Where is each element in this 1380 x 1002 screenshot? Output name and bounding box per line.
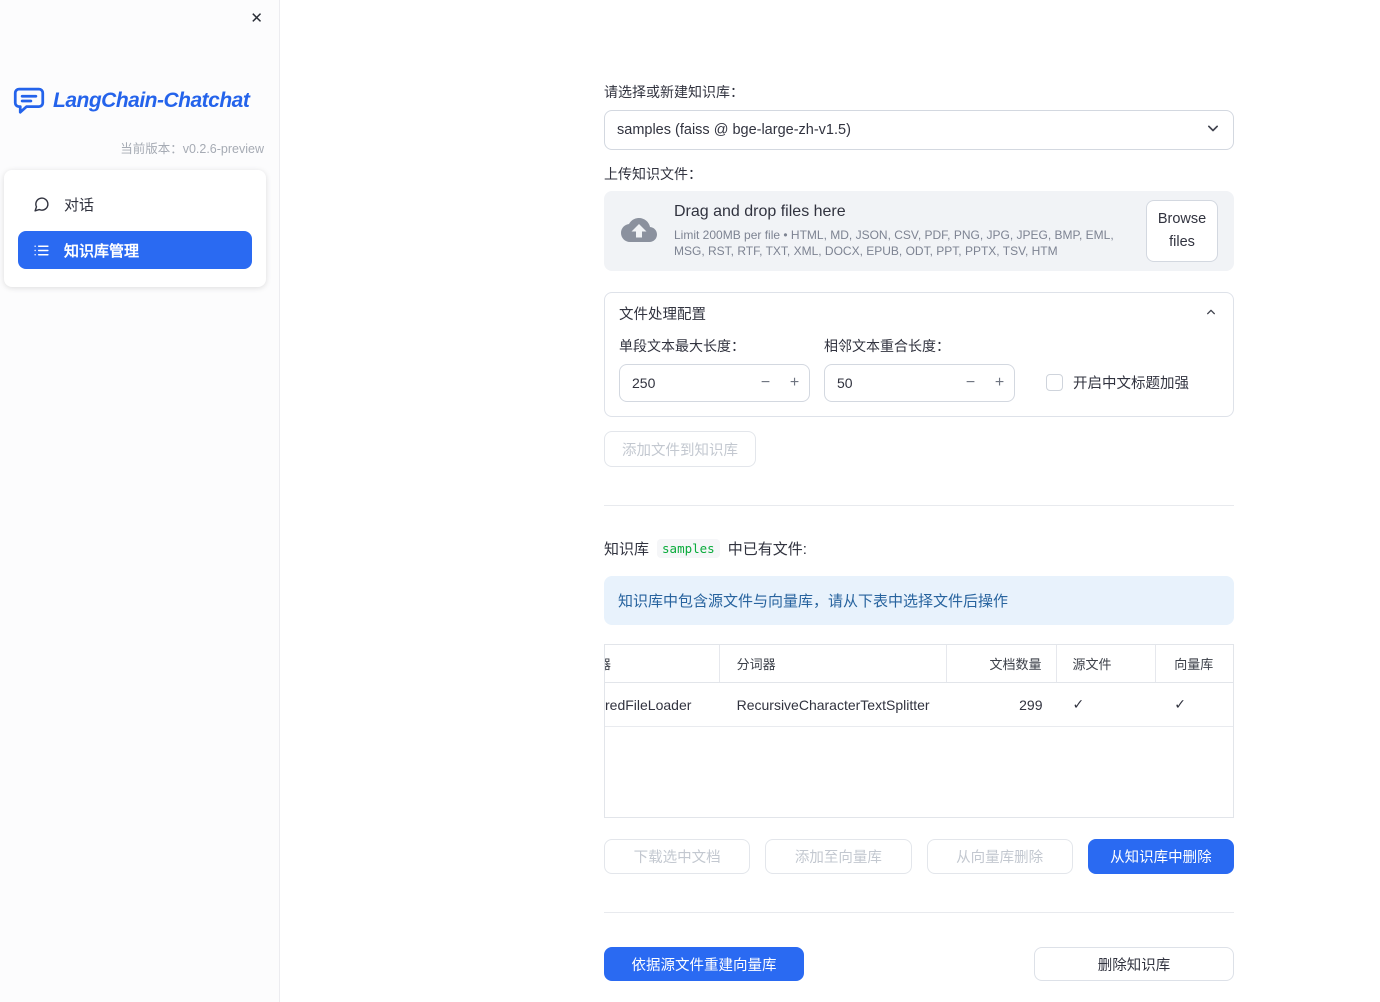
sidebar-item-label: 知识库管理 [64, 242, 140, 260]
kb-select-label: 请选择或新建知识库： [604, 84, 744, 100]
main-content: 请选择或新建知识库： samples (faiss @ bge-large-zh… [604, 0, 1234, 981]
overlap-stepper[interactable]: 50 − + [824, 364, 1015, 402]
cell-vector-store-check: ✓ [1174, 696, 1186, 712]
zh-title-enhance-label: 开启中文标题加强 [1073, 376, 1189, 392]
kb-select[interactable]: samples (faiss @ bge-large-zh-v1.5) [604, 110, 1234, 150]
zh-title-enhance: 开启中文标题加强 [1046, 372, 1189, 393]
minus-icon[interactable]: − [956, 374, 985, 392]
kb-name-code: samples [657, 539, 720, 558]
table-row[interactable]: redFileLoader RecursiveCharacterTextSpli… [605, 683, 1233, 727]
col-header-splitter: 分词器 [720, 645, 947, 682]
browse-files-button[interactable]: Browse files [1146, 199, 1218, 263]
col-header-loader: 器 [605, 645, 720, 682]
uploader-drag-text: Drag and drop files here [674, 202, 846, 220]
app-logo: LangChain-Chatchat [12, 86, 250, 116]
upload-label: 上传知识文件： [604, 166, 702, 182]
add-to-vectorstore-button[interactable]: 添加至向量库 [765, 839, 912, 874]
info-banner: 知识库中包含源文件与向量库，请从下表中选择文件后操作 [604, 576, 1234, 625]
app-title: LangChain-Chatchat [53, 89, 250, 112]
kb-bottom-actions: 依据源文件重建向量库 删除知识库 [604, 947, 1234, 981]
kb-select-value: samples (faiss @ bge-large-zh-v1.5) [617, 122, 851, 138]
max-length-label: 单段文本最大长度： [619, 338, 745, 354]
minus-icon[interactable]: − [751, 374, 780, 392]
expander-header[interactable]: 文件处理配置 [605, 293, 1233, 332]
zh-title-enhance-checkbox[interactable] [1046, 374, 1063, 391]
expander-title: 文件处理配置 [619, 307, 706, 323]
file-uploader-dropzone[interactable]: Drag and drop files here Limit 200MB per… [604, 191, 1234, 271]
col-header-vector-store: 向量库 [1174, 657, 1214, 672]
sidebar-item-label: 对话 [64, 196, 95, 214]
divider [604, 505, 1234, 506]
add-files-button[interactable]: 添加文件到知识库 [604, 431, 756, 467]
chat-bubble-icon [33, 196, 50, 213]
download-selected-button[interactable]: 下载选中文档 [604, 839, 751, 874]
expander-body: 单段文本最大长度： 250 − + 相邻文本重合长度： 50 − + 开启中文标… [605, 332, 1233, 416]
col-header-doc-count: 文档数量 [947, 645, 1057, 682]
uploader-text: Drag and drop files here Limit 200MB per… [674, 203, 1130, 259]
version-label: 当前版本：v0.2.6-preview [120, 142, 264, 156]
col-header-source-file: 源文件 [1057, 645, 1157, 682]
sidebar-close-icon[interactable]: ✕ [248, 7, 265, 31]
overlap-value: 50 [837, 375, 853, 391]
kb-files-table[interactable]: 器 分词器 文档数量 源文件 向量库 redFileLoader Recursi… [604, 644, 1234, 818]
cell-splitter: RecursiveCharacterTextSplitter [736, 696, 930, 713]
cell-source-file-check: ✓ [1072, 696, 1085, 712]
plus-icon[interactable]: + [780, 374, 809, 392]
kb-files-heading: 知识库 samples 中已有文件: [604, 538, 1234, 559]
logo-chat-icon [12, 86, 46, 116]
sidebar-item-knowledge-base[interactable]: 知识库管理 [18, 231, 252, 269]
table-action-buttons: 下载选中文档 添加至向量库 从向量库删除 从知识库中删除 [604, 839, 1234, 874]
max-length-value: 250 [632, 375, 656, 391]
plus-icon[interactable]: + [985, 374, 1014, 392]
cell-loader: redFileLoader [605, 696, 692, 713]
cell-doc-count: 299 [1019, 696, 1043, 713]
overlap-field: 相邻文本重合长度： 50 − + [824, 336, 1015, 402]
uploader-limit-text: Limit 200MB per file • HTML, MD, JSON, C… [674, 227, 1114, 258]
delete-from-kb-button[interactable]: 从知识库中删除 [1087, 839, 1234, 874]
sidebar-item-dialogue[interactable]: 对话 [18, 185, 252, 223]
kb-line-suffix: 中已有文件: [727, 541, 807, 558]
rebuild-vectorstore-button[interactable]: 依据源文件重建向量库 [604, 947, 804, 981]
sidebar-menu: 对话 知识库管理 [4, 170, 266, 287]
sidebar: ✕ LangChain-Chatchat 当前版本：v0.2.6-preview… [0, 0, 280, 1002]
chevron-down-icon [1203, 118, 1223, 142]
delete-kb-button[interactable]: 删除知识库 [1034, 947, 1234, 981]
max-length-stepper[interactable]: 250 − + [619, 364, 810, 402]
cloud-upload-icon [620, 215, 658, 248]
table-header-row: 器 分词器 文档数量 源文件 向量库 [605, 645, 1233, 683]
list-icon [33, 242, 50, 259]
delete-from-vectorstore-button[interactable]: 从向量库删除 [926, 839, 1073, 874]
chevron-up-icon [1203, 304, 1219, 324]
max-length-field: 单段文本最大长度： 250 − + [619, 336, 810, 402]
kb-line-prefix: 知识库 [604, 541, 650, 558]
overlap-label: 相邻文本重合长度： [824, 338, 950, 354]
file-config-expander: 文件处理配置 单段文本最大长度： 250 − + 相邻文本重合长度： 50 − … [604, 292, 1234, 417]
divider [604, 912, 1234, 913]
